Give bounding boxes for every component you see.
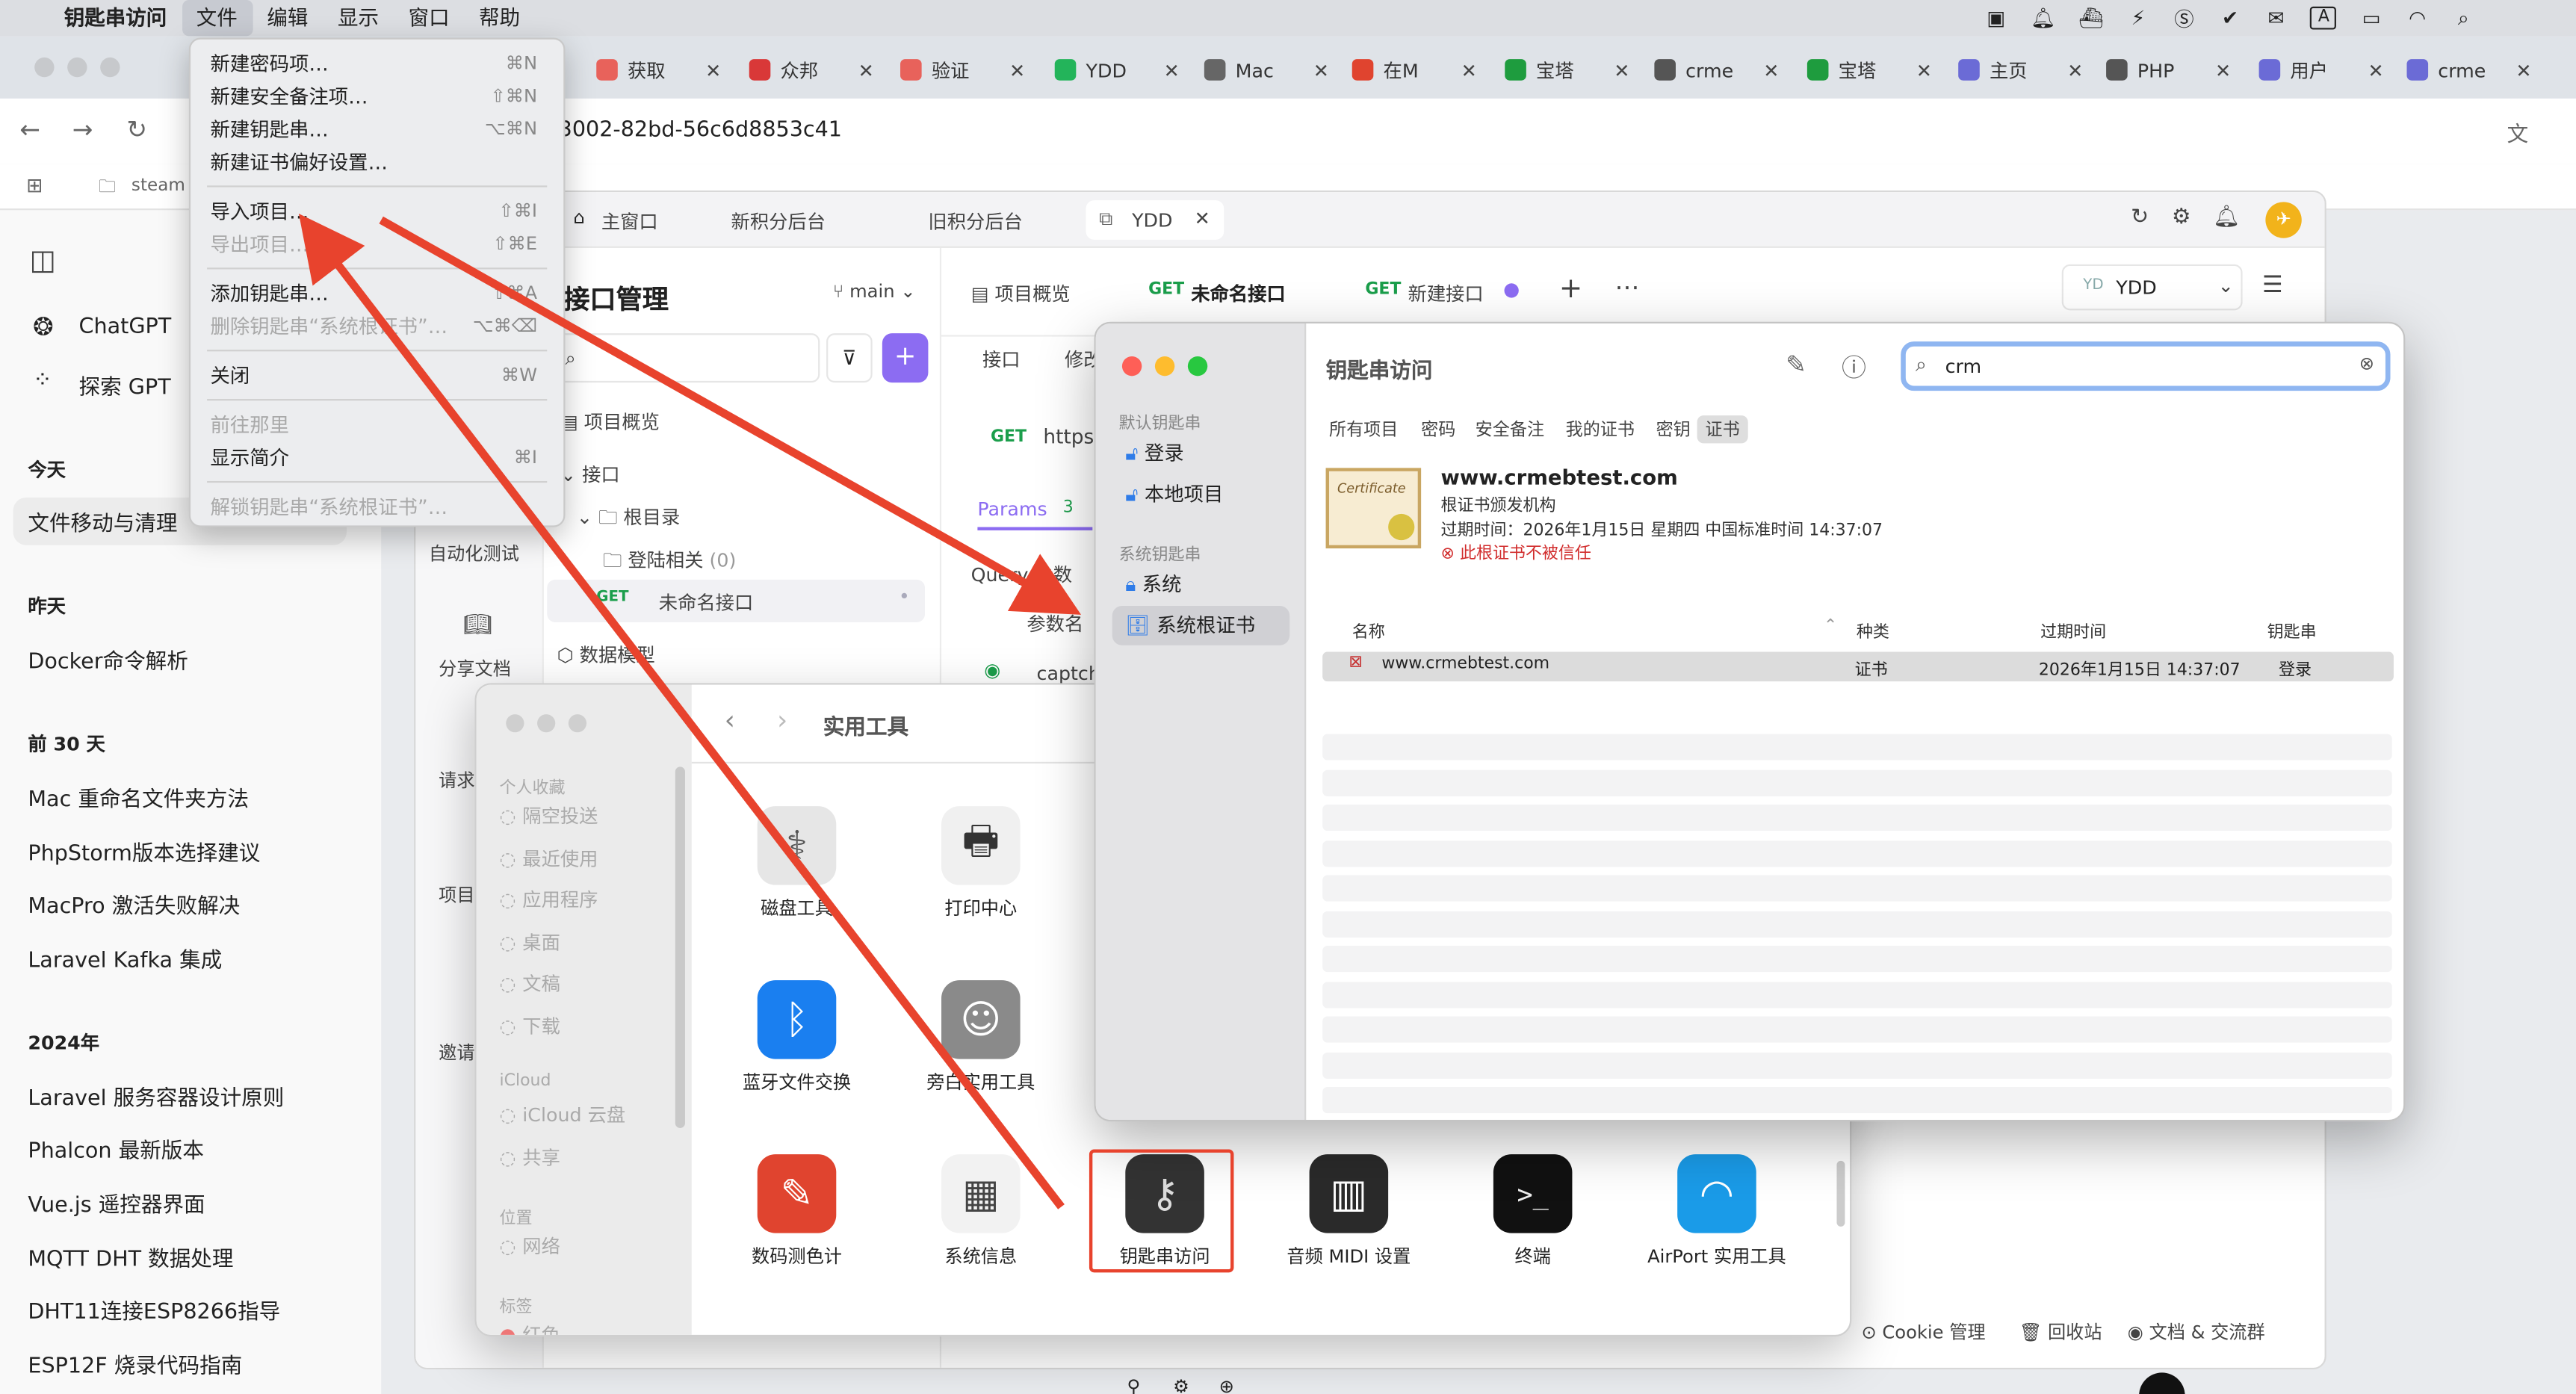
gear-icon[interactable]: ⚙ <box>1173 1376 1189 1394</box>
dock-peek: ⚲ ⚙ ⊕ <box>1095 1372 1292 1394</box>
desktop: 钥匙串访问 文件 编辑 显示 窗口 帮助 ▣ 🔔︎ ⛴ ⚡︎ Ⓢ ✔ ✉ A ▭… <box>0 0 2576 1394</box>
user-icon[interactable]: ⚲ <box>1127 1376 1141 1394</box>
globe-icon[interactable]: ⊕ <box>1219 1376 1234 1394</box>
arrow-to-system-roots <box>379 216 1082 615</box>
arrow-to-import <box>298 213 1065 1209</box>
annotation-arrows <box>298 213 1082 1209</box>
